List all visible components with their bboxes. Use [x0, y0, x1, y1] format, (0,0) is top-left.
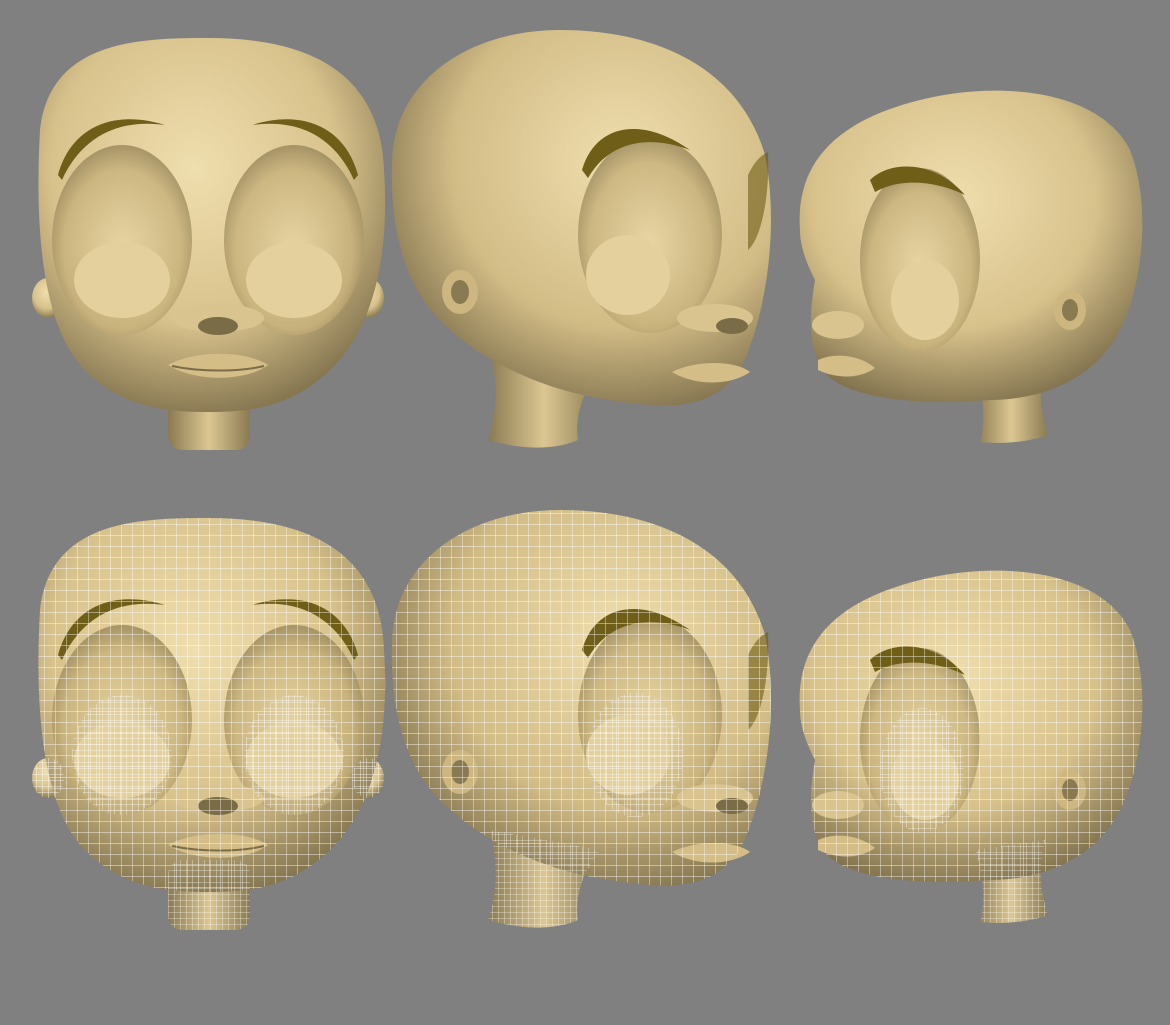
render-viewport: [0, 0, 1170, 1025]
row-smooth-shaded: [31, 30, 1143, 451]
render-canvas: [0, 0, 1170, 1025]
row-wireframe: [31, 510, 1143, 931]
